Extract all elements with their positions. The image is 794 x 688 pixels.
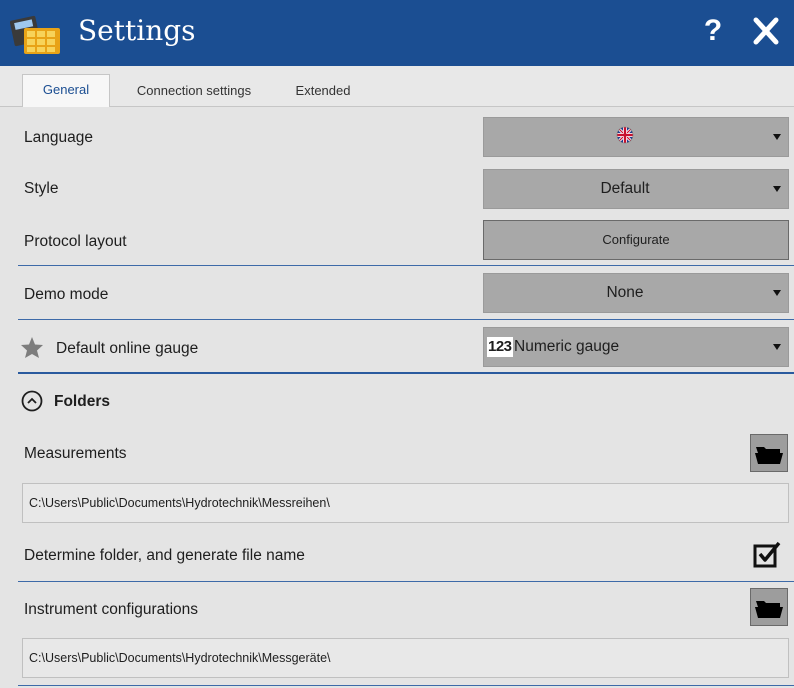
instrument-config-path-field[interactable]: C:\Users\Public\Documents\Hydrotechnik\M…	[22, 638, 789, 678]
folders-section-header[interactable]: Folders	[0, 377, 794, 425]
instrument-config-row: Instrument configurations	[0, 585, 794, 633]
window-title: Settings	[78, 14, 196, 47]
chevron-down-icon	[773, 134, 781, 140]
measurements-browse-button[interactable]	[750, 434, 788, 472]
style-value: Default	[600, 180, 650, 197]
language-value	[484, 118, 766, 156]
measurements-label: Measurements	[24, 445, 127, 462]
demo-mode-value: None	[606, 284, 644, 301]
uk-flag-icon	[616, 127, 634, 144]
close-icon[interactable]	[750, 14, 782, 48]
default-gauge-row: Default online gauge 123 Numeric gauge	[0, 323, 794, 371]
language-label: Language	[24, 129, 93, 146]
default-gauge-label: Default online gauge	[56, 340, 199, 357]
divider	[18, 685, 794, 686]
determine-folder-label: Determine folder, and generate file name	[24, 547, 305, 564]
measurements-path-field[interactable]: C:\Users\Public\Documents\Hydrotechnik\M…	[22, 483, 789, 523]
tab-bar: General Connection settings Extended	[0, 66, 794, 108]
protocol-layout-label: Protocol layout	[24, 233, 127, 250]
numeric-gauge-icon: 123	[487, 337, 513, 357]
general-panel: Language Style Default Protocol layout C…	[0, 107, 794, 688]
style-dropdown[interactable]: Default	[483, 169, 789, 209]
folder-open-icon	[755, 601, 783, 618]
determine-folder-row: Determine folder, and generate file name	[0, 531, 794, 579]
checkbox-checked-icon[interactable]	[752, 540, 782, 570]
divider	[18, 581, 794, 582]
collapse-chevron-up-icon[interactable]	[21, 390, 43, 412]
chevron-down-icon	[773, 344, 781, 350]
divider	[18, 372, 794, 374]
divider	[18, 319, 794, 320]
chevron-down-icon	[773, 186, 781, 192]
protocol-layout-row: Protocol layout Configurate	[0, 217, 794, 265]
title-bar: Settings ?	[0, 0, 794, 66]
default-gauge-dropdown[interactable]: 123 Numeric gauge	[483, 327, 789, 367]
folder-open-icon	[755, 447, 783, 464]
calculator-grid-icon	[10, 15, 60, 54]
language-dropdown[interactable]	[483, 117, 789, 157]
configurate-button[interactable]: Configurate	[483, 220, 789, 260]
style-label: Style	[24, 180, 59, 197]
instrument-config-label: Instrument configurations	[24, 601, 199, 618]
divider	[18, 265, 794, 266]
language-row: Language	[0, 113, 794, 161]
chevron-down-icon	[773, 290, 781, 296]
demo-mode-row: Demo mode None	[0, 269, 794, 317]
instrument-config-browse-button[interactable]	[750, 588, 788, 626]
tab-connection-settings[interactable]: Connection settings	[114, 76, 274, 106]
star-icon[interactable]	[20, 336, 44, 359]
demo-mode-dropdown[interactable]: None	[483, 273, 789, 313]
folders-title: Folders	[54, 393, 110, 410]
measurements-row: Measurements	[0, 429, 794, 477]
help-button[interactable]: ?	[697, 12, 729, 50]
tab-extended[interactable]: Extended	[280, 76, 366, 106]
settings-window: Settings ? General Connection settings E…	[0, 0, 794, 688]
default-gauge-value: Numeric gauge	[514, 338, 620, 355]
style-row: Style Default	[0, 165, 794, 213]
demo-mode-label: Demo mode	[24, 286, 109, 303]
tab-general[interactable]: General	[22, 74, 110, 108]
